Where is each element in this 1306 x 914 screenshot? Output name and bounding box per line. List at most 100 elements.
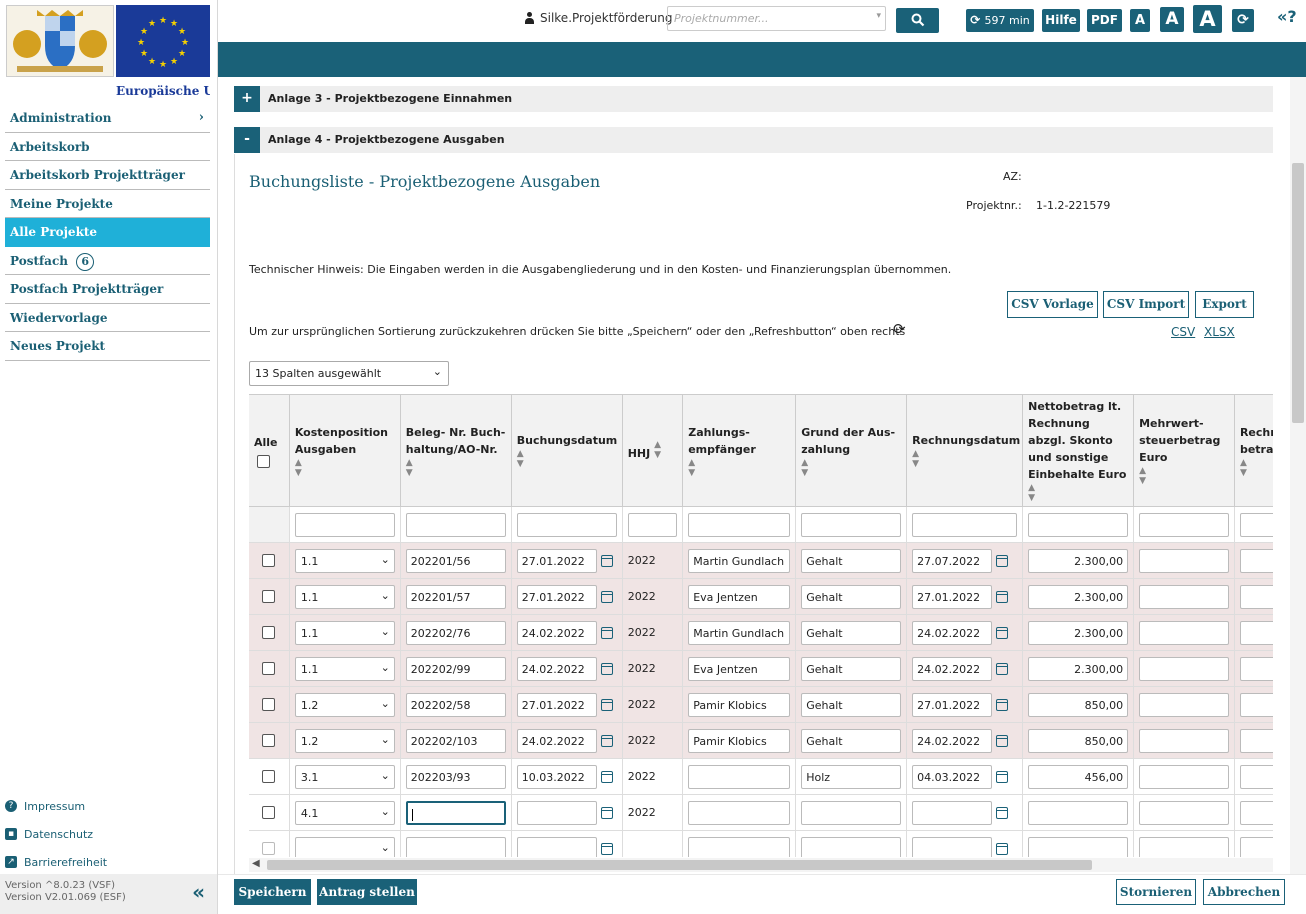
filter-input[interactable] bbox=[627, 512, 678, 537]
rechnungsbetrag-input[interactable] bbox=[1239, 548, 1273, 573]
row-checkbox[interactable] bbox=[262, 590, 276, 603]
buchungsdatum-input[interactable]: 27.01.2022 bbox=[516, 692, 597, 717]
mehrwertsteuer-input[interactable] bbox=[1139, 692, 1229, 717]
buchungsdatum-input[interactable]: 27.01.2022 bbox=[516, 584, 597, 609]
kostenposition-select[interactable]: ⌄ bbox=[294, 836, 395, 857]
buchungsdatum-input[interactable]: 24.02.2022 bbox=[516, 656, 597, 681]
sidebar-item-wiedervorlage[interactable]: Wiedervorlage bbox=[5, 304, 210, 332]
row-checkbox[interactable] bbox=[262, 806, 276, 819]
col-buchungsdatum[interactable]: Buchungsdatum ▲ ▼ bbox=[511, 395, 623, 507]
mehrwertsteuer-input[interactable] bbox=[1139, 800, 1229, 825]
calendar-icon[interactable] bbox=[996, 734, 1009, 747]
rechnungsdatum-input[interactable]: 24.02.2022 bbox=[912, 656, 993, 681]
export-button[interactable]: Export bbox=[1195, 291, 1254, 318]
select-all-checkbox[interactable] bbox=[257, 454, 270, 468]
scroll-left-icon[interactable]: ◀ bbox=[252, 858, 260, 869]
rechnungsbetrag-input[interactable] bbox=[1239, 836, 1273, 857]
buchungsdatum-input[interactable] bbox=[516, 836, 597, 857]
calendar-icon[interactable] bbox=[600, 662, 613, 675]
accordion-anlage-3[interactable]: + Anlage 3 - Projektbezogene Einnahmen bbox=[234, 86, 1273, 112]
buchungsdatum-input[interactable]: 24.02.2022 bbox=[516, 728, 597, 753]
beleg-nr-input[interactable]: 202201/56 bbox=[405, 548, 506, 573]
col-kostenposition[interactable]: Kostenposition Ausgaben ▲ ▼ bbox=[289, 395, 401, 507]
beleg-nr-input[interactable]: 202202/76 bbox=[405, 620, 506, 645]
kostenposition-select[interactable]: 1.1 ⌄ bbox=[294, 584, 395, 609]
row-checkbox[interactable] bbox=[262, 662, 276, 675]
col-beleg-nr[interactable]: Beleg- Nr. Buch-haltung/AO-Nr. ▲ ▼ bbox=[400, 395, 512, 507]
kostenposition-select[interactable]: 1.1 ⌄ bbox=[294, 548, 395, 573]
table-row[interactable]: 3.1 ⌄ 202203/93 10.03.2022 2022 Holz 04.03.202… bbox=[249, 758, 1273, 795]
filter-input[interactable] bbox=[688, 512, 791, 537]
grund-input[interactable]: Gehalt bbox=[801, 584, 902, 609]
calendar-icon[interactable] bbox=[996, 806, 1009, 819]
accordion-anlage-4[interactable]: - Anlage 4 - Projektbezogene Ausgaben bbox=[234, 127, 1273, 153]
row-checkbox[interactable] bbox=[262, 698, 276, 711]
calendar-icon[interactable] bbox=[600, 698, 613, 711]
rechnungsdatum-input[interactable]: 27.01.2022 bbox=[912, 692, 993, 717]
beleg-nr-input[interactable]: 202202/103 bbox=[405, 728, 506, 753]
mehrwertsteuer-input[interactable] bbox=[1139, 584, 1229, 609]
grund-input[interactable] bbox=[801, 836, 902, 857]
barrierefreiheit-link[interactable]: ↗ Barrierefreiheit bbox=[5, 848, 107, 876]
pdf-button[interactable]: PDF bbox=[1087, 9, 1122, 32]
zahlungsempfaenger-input[interactable] bbox=[688, 836, 791, 857]
grund-input[interactable]: Gehalt bbox=[801, 728, 902, 753]
table-row[interactable]: 4.1 ⌄ 2022 bbox=[249, 794, 1273, 831]
abort-button[interactable]: Abbrechen bbox=[1203, 879, 1285, 905]
col-alle[interactable]: Alle bbox=[249, 395, 290, 507]
calendar-icon[interactable] bbox=[600, 734, 613, 747]
zahlungsempfaenger-input[interactable]: Martin Gundlach bbox=[688, 548, 791, 573]
sidebar-item-alle-projekte[interactable]: Alle Projekte bbox=[5, 218, 210, 247]
calendar-icon[interactable] bbox=[600, 590, 613, 603]
refresh-button[interactable]: ⟳ bbox=[1232, 9, 1254, 32]
save-button[interactable]: Speichern bbox=[234, 879, 311, 905]
table-row[interactable]: 1.1 ⌄ 202202/99 24.02.2022 2022 Eva Jentzen Ge… bbox=[249, 650, 1273, 687]
zahlungsempfaenger-input[interactable]: Eva Jentzen bbox=[688, 584, 791, 609]
row-checkbox[interactable] bbox=[262, 554, 276, 567]
calendar-icon[interactable] bbox=[996, 842, 1009, 855]
calendar-icon[interactable] bbox=[600, 626, 613, 639]
zahlungsempfaenger-input[interactable]: Eva Jentzen bbox=[688, 656, 791, 681]
filter-input[interactable] bbox=[1139, 512, 1229, 537]
sidebar-item-arbeitskorb-projekttraeger[interactable]: Arbeitskorb Projektträger bbox=[5, 161, 210, 190]
font-size-medium-button[interactable]: A bbox=[1160, 7, 1184, 32]
nettobetrag-input[interactable]: 2.300,00 bbox=[1028, 620, 1129, 645]
kostenposition-select[interactable]: 4.1 ⌄ bbox=[294, 800, 395, 825]
nettobetrag-input[interactable]: 2.300,00 bbox=[1028, 584, 1129, 609]
nettobetrag-input[interactable] bbox=[1028, 800, 1129, 825]
calendar-icon[interactable] bbox=[600, 842, 613, 855]
row-checkbox[interactable] bbox=[262, 734, 276, 747]
filter-input[interactable] bbox=[912, 512, 1018, 537]
filter-input[interactable] bbox=[801, 512, 902, 537]
nettobetrag-input[interactable]: 456,00 bbox=[1028, 764, 1129, 789]
collapse-sidebar-icon[interactable]: « bbox=[192, 882, 205, 902]
beleg-nr-input[interactable] bbox=[405, 836, 506, 857]
col-grund[interactable]: Grund der Aus-zahlung ▲ ▼ bbox=[795, 395, 908, 507]
impressum-link[interactable]: ? Impressum bbox=[5, 792, 107, 820]
horizontal-scrollbar[interactable]: ◀ ▶ bbox=[249, 858, 1273, 872]
font-size-large-button[interactable]: A bbox=[1193, 5, 1222, 33]
scrollbar-thumb[interactable] bbox=[1292, 163, 1304, 423]
mehrwertsteuer-input[interactable] bbox=[1139, 836, 1229, 857]
buchungsdatum-input[interactable]: 24.02.2022 bbox=[516, 620, 597, 645]
filter-input[interactable] bbox=[405, 512, 506, 537]
table-row[interactable]: 1.2 ⌄ 202202/103 24.02.2022 2022 Pamir Klobic… bbox=[249, 722, 1273, 759]
table-row[interactable]: 1.2 ⌄ 202202/58 27.01.2022 2022 Pamir Klobics… bbox=[249, 686, 1273, 723]
row-checkbox[interactable] bbox=[262, 626, 276, 639]
scrollbar-thumb[interactable] bbox=[267, 860, 1092, 870]
calendar-icon[interactable] bbox=[996, 554, 1009, 567]
beleg-nr-input[interactable]: 202202/58 bbox=[405, 692, 506, 717]
zahlungsempfaenger-input[interactable] bbox=[688, 800, 791, 825]
mehrwertsteuer-input[interactable] bbox=[1139, 620, 1229, 645]
sidebar-item-neues-projekt[interactable]: Neues Projekt bbox=[5, 332, 210, 361]
row-checkbox[interactable] bbox=[262, 842, 276, 855]
filter-input[interactable] bbox=[294, 512, 395, 537]
nettobetrag-input[interactable]: 2.300,00 bbox=[1028, 656, 1129, 681]
sidebar-item-administration[interactable]: Administration › bbox=[5, 104, 210, 133]
filter-input[interactable] bbox=[516, 512, 617, 537]
calendar-icon[interactable] bbox=[600, 554, 613, 567]
kostenposition-select[interactable]: 1.1 ⌄ bbox=[294, 620, 395, 645]
mehrwertsteuer-input[interactable] bbox=[1139, 656, 1229, 681]
nettobetrag-input[interactable] bbox=[1028, 836, 1129, 857]
grund-input[interactable]: Gehalt bbox=[801, 656, 902, 681]
